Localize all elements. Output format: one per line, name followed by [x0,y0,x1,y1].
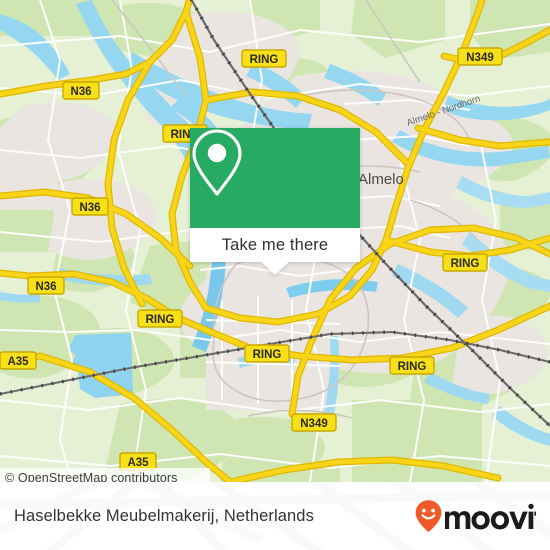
road-shield: RING [241,49,287,68]
road-shield-label: N349 [300,418,328,430]
destination-callout-card[interactable]: Take me there [190,128,360,275]
road-shield: N36 [27,276,65,295]
road-shield: RING [442,253,488,272]
take-me-there-button[interactable]: Take me there [190,228,360,262]
road-shield-label: RING [253,349,282,361]
moovit-map-screenshot: Almelo Almelo - Nordhorn N36 RING N349 RING… [0,0,550,550]
road-shield: N349 [457,47,503,66]
map-pin-icon [192,129,242,196]
osm-attribution-text: © OpenStreetMap contributors [5,471,178,482]
road-shield: N36 [71,197,109,216]
moovit-pin-icon [415,500,442,533]
moovit-wordmark [415,500,536,533]
road-shield: N36 [62,81,100,100]
map-canvas[interactable]: Almelo Almelo - Nordhorn N36 RING N349 RING… [0,0,550,482]
road-shield: RING [244,344,290,363]
callout-pointer [261,262,289,275]
road-shield-label: RING [146,314,175,326]
road-shield-label: N349 [466,52,494,64]
road-shield-label: N36 [79,202,100,214]
road-shield: N349 [291,413,337,432]
callout-icon-area [190,128,360,228]
road-shield-label: RING [451,258,480,270]
road-shield-label: RING [250,54,279,66]
road-shield-label: N36 [35,281,56,293]
place-title: Haselbekke Meubelmakerij, Netherlands [14,506,314,525]
road-shield: A35 [0,351,37,370]
road-shield-label: RING [398,361,427,373]
footer-bar: Haselbekke Meubelmakerij, Netherlands [0,482,550,550]
road-shield-label: A35 [127,457,149,469]
osm-attribution[interactable]: © OpenStreetMap contributors [0,468,210,482]
road-shield: RING [389,356,435,375]
road-shield: RING [137,309,183,328]
map-city-label: Almelo [358,171,404,188]
moovit-logo[interactable] [414,499,536,533]
road-shield-label: A35 [7,356,29,368]
moovit-text [445,503,536,530]
road-shield-label: N36 [70,86,91,98]
take-me-there-label: Take me there [221,235,329,254]
